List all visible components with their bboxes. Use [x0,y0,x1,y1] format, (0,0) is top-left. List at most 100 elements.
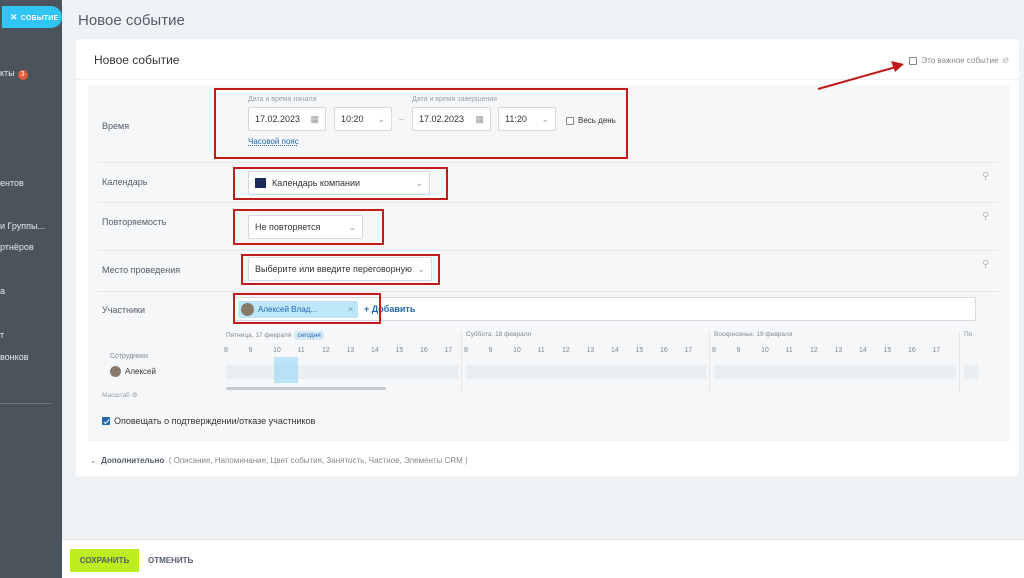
close-icon[interactable]: ✕ [10,12,18,22]
timeline-hour-label: 16 [908,347,916,354]
important-checkbox[interactable] [909,56,918,65]
sidebar-item-calls[interactable]: вонков [0,352,28,362]
sidebar-item-misc-1[interactable]: а [0,286,5,296]
timeline-hour-label: 11 [537,347,545,354]
timeline-busy-row[interactable] [714,365,956,379]
sidebar-item-groups[interactable]: и Группы... [0,221,45,231]
timeline-day-separator [959,331,960,391]
timeline-hour-label: 10 [273,347,281,354]
timeline-hour-label: 10 [761,347,769,354]
avatar [110,366,121,377]
left-sidebar: ✕ СОБЫТИЕ кты 3 ентов и Группы... ртнёров … [0,0,62,578]
annotation-box-repeat [233,209,384,245]
sidebar-item-misc-2[interactable]: т [0,330,4,340]
timeline-day-label: Суббота, 18 февраля [466,331,531,338]
footer-bar: СОХРАНИТЬ ОТМЕНИТЬ [62,539,1024,578]
annotation-box-location [241,254,440,285]
sidebar-divider [0,403,52,404]
row-divider [98,202,998,203]
new-event-chip[interactable]: ✕ СОБЫТИЕ [2,6,62,28]
sidebar-item-label: а [0,286,6,296]
sidebar-item-contacts[interactable]: кты 3 [0,68,28,80]
scale-label[interactable]: Масштаб ⚙︎ [102,391,137,399]
timeline-hour-label: 12 [322,347,330,354]
notify-label: Оповещать о подтверждении/отказе участни… [114,416,316,426]
day-label-text: Суббота, 18 февраля [466,331,532,338]
time-label: Время [102,121,130,131]
timeline-hour-label: 9 [488,347,493,354]
page-title: Новое событие [78,12,185,29]
sidebar-item-label: ентов [0,178,24,188]
employee-name: Алексей [125,367,156,376]
sidebar-item-label: т [0,330,5,340]
pin-icon[interactable]: ⚲ [982,259,989,270]
employees-label: Сотрудники [110,353,148,360]
availability-timeline[interactable]: Пятница, 17 февраля сегодня 8 9 10 11 12 13 14 15… [224,331,978,391]
sidebar-item-label: кты [0,68,15,78]
timeline-selected-slot[interactable] [274,357,298,383]
timeline-hour-label: 17 [684,347,693,354]
row-divider [98,162,998,163]
timeline-hour-label: 17 [932,347,941,354]
sidebar-item-label: вонков [0,352,29,362]
timeline-hour-label: 14 [859,347,867,354]
repeat-label: Повторяемость [102,217,167,227]
timeline-hour-label: 9 [736,347,741,354]
day-label-text: По [964,331,973,338]
row-divider [98,250,998,251]
additional-label: Дополнительно [101,456,165,465]
additional-items: ( Описание, Напоминание, Цвет события, З… [168,456,468,465]
timeline-hour-label: 11 [297,347,305,354]
notify-toggle[interactable]: Оповещать о подтверждении/отказе участни… [102,416,315,426]
timeline-busy-row[interactable] [964,365,978,379]
form-title: Новое событие [94,53,180,67]
pin-icon[interactable]: ⚲ [982,211,989,222]
important-event-toggle[interactable]: Это важное событие 🔥︎ [909,55,1009,66]
timeline-busy-row[interactable] [466,365,706,379]
day-label-text: Воскресенье, 19 февраля [714,331,793,338]
timeline-hour-label: 14 [371,347,379,354]
notify-checkbox[interactable] [102,417,110,425]
calendar-label: Календарь [102,177,148,187]
timeline-hour-label: 13 [834,347,843,354]
timeline-hour-label: 8 [464,347,468,354]
pin-icon[interactable]: ⚲ [982,171,989,182]
timeline-hour-label: 8 [712,347,716,354]
header-divider [76,79,1019,80]
timeline-day-separator [461,331,462,391]
timeline-hour-label: 15 [395,347,404,354]
timeline-day-label: Воскресенье, 19 февраля [714,331,792,338]
timeline-hour-label: 13 [346,347,355,354]
timeline-hour-label: 12 [562,347,570,354]
flame-icon: 🔥︎ [1002,55,1009,65]
sidebar-item-label: и Группы... [0,221,46,231]
timeline-hour-label: 9 [248,347,253,354]
event-chip-label: СОБЫТИЕ [20,15,59,22]
location-label: Место проведения [102,265,181,275]
scale-text: Масштаб [102,392,130,399]
timeline-day-separator [709,331,710,391]
counter-badge: 3 [17,70,28,80]
sidebar-item-clients[interactable]: ентов [0,178,24,188]
timeline-day-label: Пятница, 17 февраля сегодня [226,331,324,340]
timeline-hour-label: 13 [586,347,595,354]
employee-row: Алексей [110,366,156,377]
timeline-hour-label: 12 [810,347,818,354]
timeline-scrollbar[interactable] [226,387,386,390]
cancel-button[interactable]: ОТМЕНИТЬ [148,549,193,572]
timeline-busy-row[interactable] [226,365,458,379]
annotation-box-time [214,88,628,159]
timeline-hour-label: 16 [420,347,428,354]
timeline-day-label: По [964,331,972,338]
chevron-down-icon: ⌄ [90,456,97,465]
timeline-hour-label: 15 [635,347,644,354]
sidebar-item-partners[interactable]: ртнёров [0,242,34,252]
annotation-box-calendar [233,167,448,200]
save-button[interactable]: СОХРАНИТЬ [70,549,139,572]
sidebar-item-label: ртнёров [0,242,34,252]
annotation-box-participants [233,293,381,324]
timeline-hour-label: 15 [883,347,892,354]
timeline-hour-label: 16 [660,347,668,354]
timeline-hour-label: 14 [611,347,619,354]
additional-section[interactable]: ⌄ Дополнительно ( Описание, Напоминание,… [90,456,468,465]
